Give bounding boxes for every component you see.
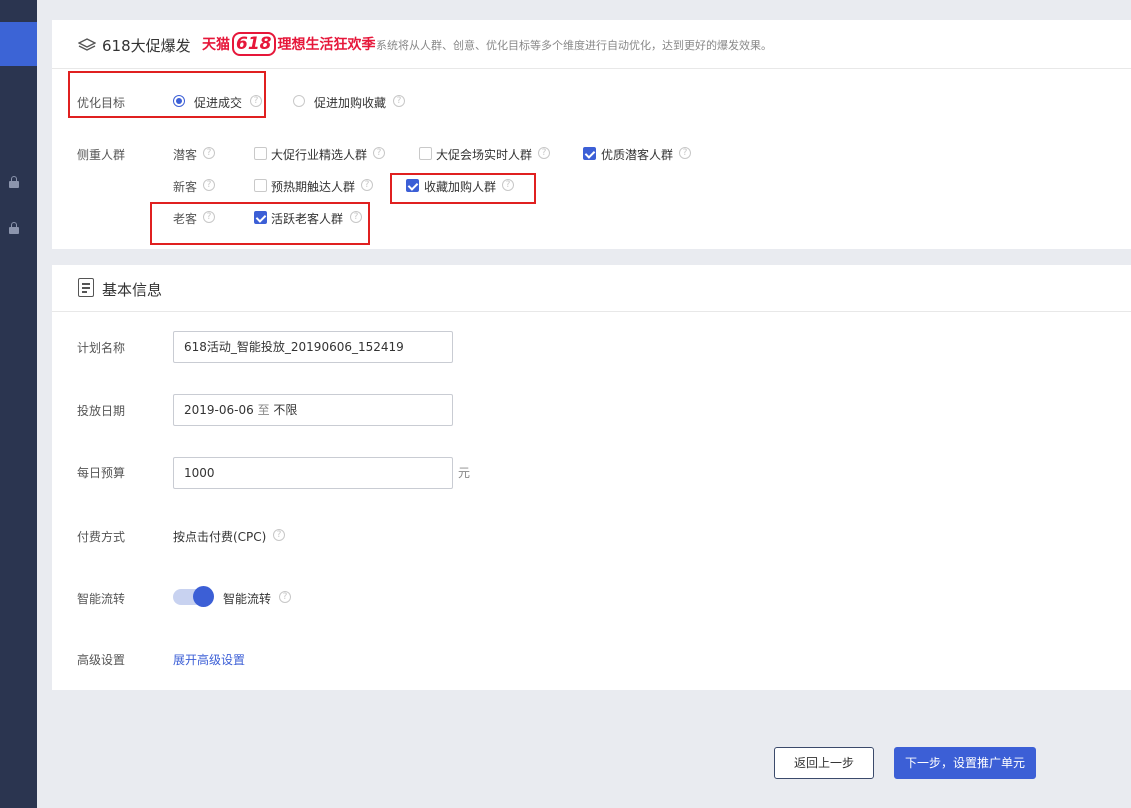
highlight-box bbox=[390, 173, 536, 204]
date-label: 投放日期 bbox=[77, 404, 126, 418]
help-icon[interactable]: ? bbox=[679, 147, 691, 159]
highlight-box bbox=[68, 71, 266, 118]
plan-name-label: 计划名称 bbox=[77, 341, 126, 355]
campaign-description: 系统将从人群、创意、优化目标等多个维度进行自动优化，达到更好的爆发效果。 bbox=[376, 39, 772, 52]
budget-input[interactable]: 1000 bbox=[173, 457, 453, 489]
checkbox-quality-prospect[interactable] bbox=[583, 147, 596, 160]
checkbox-label[interactable]: 大促会场实时人群 bbox=[436, 146, 532, 163]
budget-unit: 元 bbox=[458, 466, 471, 480]
back-button[interactable]: 返回上一步 bbox=[774, 747, 874, 779]
plan-name-input[interactable]: 618活动_智能投放_20190606_152419 bbox=[173, 331, 453, 363]
checkbox-preheat-audience[interactable] bbox=[254, 179, 267, 192]
radio-promote-cart[interactable] bbox=[293, 95, 305, 107]
date-range-input[interactable]: 2019-06-06 至 不限 bbox=[173, 394, 453, 426]
smart-toggle-label: 智能流转 bbox=[223, 592, 272, 606]
smart-label: 智能流转 bbox=[77, 592, 126, 606]
pay-value: 按点击付费(CPC) bbox=[173, 530, 267, 544]
layers-icon bbox=[78, 38, 96, 51]
radio-label[interactable]: 促进加购收藏 bbox=[314, 94, 386, 111]
checkbox-label[interactable]: 大促行业精选人群 bbox=[271, 146, 367, 163]
basic-info-title: 基本信息 bbox=[102, 281, 163, 299]
help-icon[interactable]: ? bbox=[361, 179, 373, 191]
lock-icon bbox=[8, 176, 20, 188]
audience-label: 侧重人群 bbox=[77, 148, 126, 162]
help-icon[interactable]: ? bbox=[203, 147, 215, 159]
advanced-label: 高级设置 bbox=[77, 653, 126, 667]
help-icon[interactable]: ? bbox=[373, 147, 385, 159]
checkbox-label[interactable]: 预热期触达人群 bbox=[271, 178, 355, 195]
budget-label: 每日预算 bbox=[77, 466, 126, 480]
campaign-title: 618大促爆发 bbox=[102, 37, 191, 55]
expand-advanced-link[interactable]: 展开高级设置 bbox=[173, 651, 245, 668]
checkbox-venue-audience[interactable] bbox=[419, 147, 432, 160]
pay-label: 付费方式 bbox=[77, 530, 126, 544]
campaign-settings-card: 618大促爆发 天猫 618 理想生活狂欢季 系统将从人群、创意、优化目标等多个维度… bbox=[52, 20, 1131, 249]
tmall-618-logo: 天猫 618 理想生活狂欢季 bbox=[202, 32, 376, 56]
help-icon[interactable]: ? bbox=[279, 591, 291, 603]
sidebar-active-item[interactable] bbox=[0, 22, 37, 66]
smart-flow-toggle[interactable] bbox=[173, 586, 214, 608]
help-icon[interactable]: ? bbox=[203, 179, 215, 191]
basic-info-header: 基本信息 bbox=[52, 265, 1131, 312]
highlight-box bbox=[150, 202, 370, 245]
next-button[interactable]: 下一步，设置推广单元 bbox=[894, 747, 1036, 779]
checkbox-label[interactable]: 优质潜客人群 bbox=[601, 146, 673, 163]
sidebar bbox=[0, 0, 37, 808]
checkbox-industry-audience[interactable] bbox=[254, 147, 267, 160]
help-icon[interactable]: ? bbox=[538, 147, 550, 159]
document-icon bbox=[78, 278, 94, 297]
help-icon[interactable]: ? bbox=[393, 95, 405, 107]
basic-info-card: 基本信息 计划名称 618活动_智能投放_20190606_152419 投放日… bbox=[52, 265, 1131, 690]
group-new-label: 新客 bbox=[173, 180, 198, 194]
group-prospect-label: 潜客 bbox=[173, 148, 198, 162]
campaign-header: 618大促爆发 天猫 618 理想生活狂欢季 系统将从人群、创意、优化目标等多个维度… bbox=[52, 20, 1131, 69]
lock-icon bbox=[8, 222, 20, 234]
help-icon[interactable]: ? bbox=[273, 529, 285, 541]
